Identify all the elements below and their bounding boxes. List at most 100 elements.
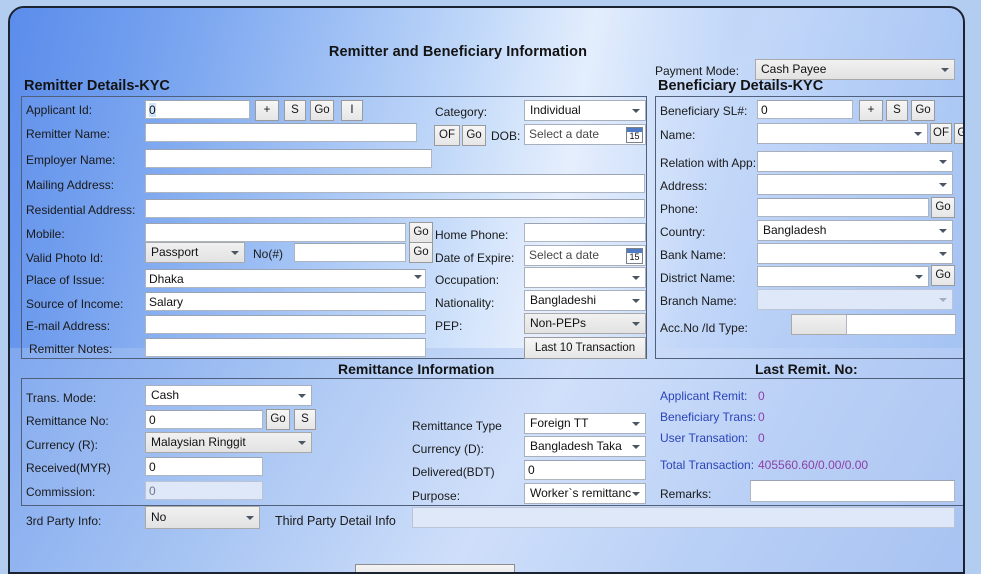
delivered-label: Delivered(BDT) [412,465,495,479]
home-phone-input[interactable] [524,223,646,242]
user-transation-value: 0 [758,431,765,445]
branch-name-select[interactable] [757,289,953,310]
third-party-info-select[interactable]: No [145,506,260,529]
bank-name-select[interactable] [757,243,953,264]
applicant-remit-label: Applicant Remit: [660,389,748,403]
beneficiary-sl-input[interactable]: 0 [757,100,853,119]
beneficiary-go-button[interactable]: Go [911,100,935,121]
chevron-down-icon [939,159,947,164]
source-of-income-value: Salary [149,295,184,309]
calendar-icon[interactable]: 15 [626,248,643,264]
currency-d-select[interactable]: Bangladesh Taka [524,436,646,457]
remitter-name-label: Remitter Name: [26,127,111,141]
remittance-type-select[interactable]: Foreign TT [524,413,646,434]
applicant-search-button[interactable]: S [284,100,306,121]
remittance-no-input[interactable]: 0 [145,410,263,429]
beneficiary-search-button[interactable]: S [886,100,908,121]
remarks-input[interactable] [750,480,955,502]
third-party-info-value: No [151,510,167,524]
delivered-value: 0 [528,463,535,477]
last-remit-heading: Last Remit. No: [755,361,858,377]
district-name-label: District Name: [660,271,736,285]
dob-datepicker[interactable]: Select a date 15 [524,124,646,145]
calendar-icon[interactable]: 15 [626,127,643,143]
beneficiary-name-label: Name: [660,128,696,142]
date-of-expire-datepicker[interactable]: Select a date 15 [524,245,646,266]
residential-address-input[interactable] [145,199,645,218]
employer-name-label: Employer Name: [26,153,116,167]
bottom-partial-button[interactable] [355,564,515,572]
photo-no-go-button[interactable]: Go [409,242,433,263]
date-of-expire-value: Select a date [529,248,600,262]
chevron-down-icon [298,393,306,398]
applicant-info-button[interactable]: I [341,100,363,121]
currency-d-value: Bangladesh Taka [530,439,622,453]
pep-select[interactable]: Non-PEPs [524,313,646,334]
beneficiary-name-of-button[interactable]: OF [930,123,952,144]
remittance-section-heading: Remittance Information [338,361,495,377]
applicant-id-input[interactable]: 0 [145,100,250,119]
delivered-input[interactable]: 0 [524,460,646,480]
country-value: Bangladesh [763,223,827,237]
chevron-down-icon [939,251,947,256]
relation-with-app-select[interactable] [757,151,953,172]
remitter-section-heading: Remitter Details-KYC [24,78,170,94]
photo-no-input[interactable] [294,243,406,262]
chevron-down-icon [939,297,947,302]
country-select[interactable]: Bangladesh [757,220,953,241]
of-button[interactable]: OF [434,125,460,146]
beneficiary-phone-input[interactable] [757,198,929,217]
valid-photo-id-select[interactable]: Passport [145,242,245,263]
beneficiary-add-button[interactable]: + [859,100,883,121]
remittance-type-value: Foreign TT [530,416,589,430]
nationality-select[interactable]: Bangladeshi [524,290,646,311]
applicant-go-button[interactable]: Go [310,100,334,121]
mobile-input[interactable] [145,223,406,242]
mailing-address-input[interactable] [145,174,645,193]
remitter-name-input[interactable] [145,123,417,142]
remittance-no-go-button[interactable]: Go [266,409,290,430]
beneficiary-address-select[interactable] [757,174,953,195]
trans-mode-select[interactable]: Cash [145,385,312,406]
payment-mode-select[interactable]: Cash Payee [755,59,955,80]
beneficiary-phone-go-button[interactable]: Go [931,197,955,218]
district-name-go-button[interactable]: Go [931,265,955,286]
mobile-go-button[interactable]: Go [409,222,433,243]
place-of-issue-value: Dhaka [149,272,184,286]
commission-value: 0 [149,484,156,498]
payment-mode-label: Payment Mode: [655,64,740,78]
remitter-notes-input[interactable] [145,338,426,357]
dob-value: Select a date [529,127,600,141]
source-of-income-input[interactable]: Salary [145,292,426,311]
beneficiary-name-go-button[interactable]: Go [954,123,963,144]
category-select[interactable]: Individual [524,100,646,121]
beneficiary-name-select[interactable] [757,123,928,144]
chevron-down-icon [231,250,239,255]
employer-name-input[interactable] [145,149,432,168]
acc-no-input[interactable] [846,314,956,335]
place-of-issue-chevron-down-icon[interactable] [414,275,422,279]
date-of-expire-label: Date of Expire: [435,251,515,265]
applicant-add-button[interactable]: + [255,100,279,121]
bank-name-label: Bank Name: [660,248,727,262]
email-input[interactable] [145,315,426,334]
dob-go-button[interactable]: Go [462,125,486,146]
payment-mode-value: Cash Payee [761,62,827,76]
received-value: 0 [149,460,156,474]
remittance-no-search-button[interactable]: S [294,409,316,430]
place-of-issue-input[interactable]: Dhaka [145,269,426,288]
district-name-select[interactable] [757,266,929,287]
chevron-down-icon [632,321,640,326]
third-party-detail-input[interactable] [412,507,955,528]
purpose-label: Purpose: [412,489,461,503]
currency-r-select[interactable]: Malaysian Ringgit [145,432,312,453]
purpose-select[interactable]: Worker`s remittanc [524,483,646,504]
photo-no-label: No(#) [253,247,284,261]
occupation-select[interactable] [524,267,646,288]
chevron-down-icon [632,108,640,113]
user-transation-label: User Transation: [660,431,749,445]
chevron-down-icon [298,440,306,445]
total-transaction-row: Total Transaction: [660,458,754,472]
last-10-transaction-button[interactable]: Last 10 Transaction [524,337,646,359]
received-input[interactable]: 0 [145,457,263,476]
